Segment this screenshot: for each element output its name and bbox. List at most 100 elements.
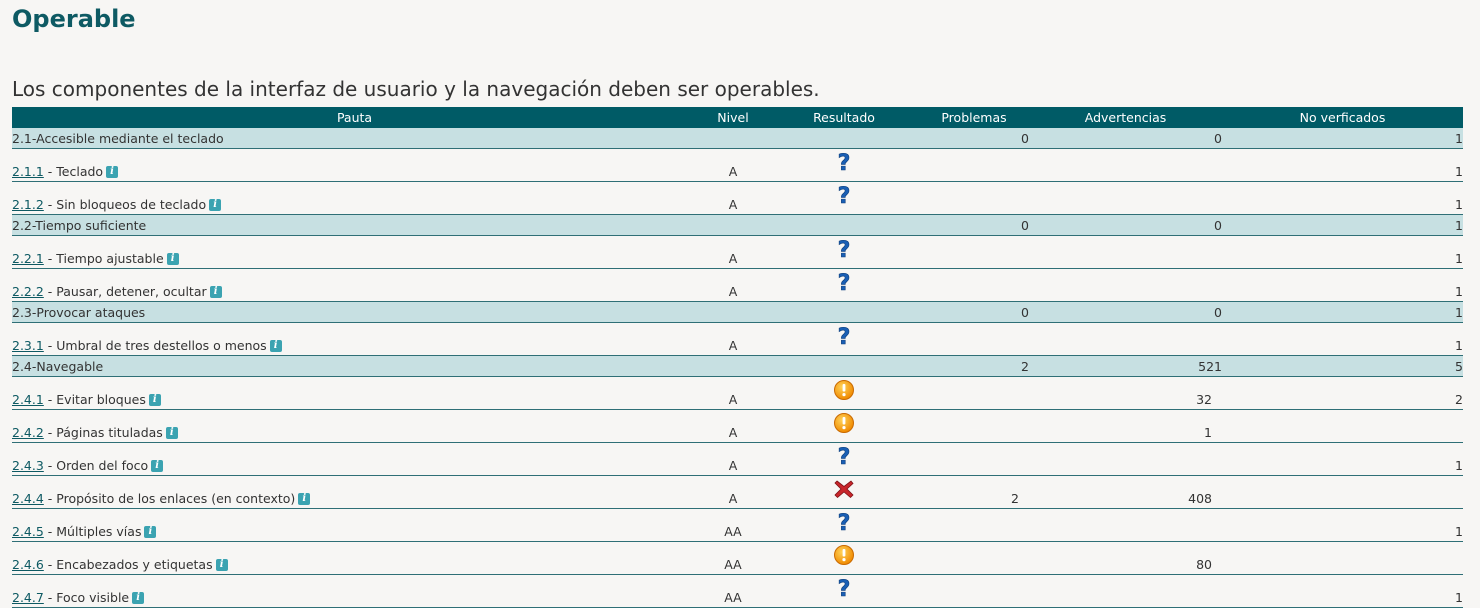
criterion-link[interactable]: 2.2.1 [12, 251, 44, 266]
criterion-link[interactable]: 2.4.5 [12, 524, 44, 539]
criterion-cell: 2.2.2 - Pausar, detener, ocultar i [12, 268, 697, 302]
svg-text:?: ? [838, 577, 851, 601]
question-icon: ? [769, 238, 919, 262]
criterion-link[interactable]: 2.1.2 [12, 197, 44, 212]
section-problemas: 2 [919, 355, 1029, 377]
section-advertencias: 521 [1029, 355, 1222, 377]
info-icon[interactable]: i [165, 427, 178, 439]
svg-text:?: ? [838, 271, 851, 295]
section-advertencias: 0 [1029, 301, 1222, 323]
result-cell [769, 376, 919, 410]
info-icon[interactable]: i [166, 253, 179, 265]
nivel-cell: AA [697, 541, 769, 575]
page-subtitle: Los componentes de la interfaz de usuari… [12, 77, 820, 101]
advertencias-cell [1029, 148, 1222, 182]
advertencias-cell: 80 [1029, 541, 1222, 575]
section-advertencias: 0 [1029, 128, 1222, 149]
table-row: 2.4.5 - Múltiples vías i AA ? 1 [12, 508, 1463, 542]
section-label: 2.4-Navegable [12, 355, 697, 377]
page-title: Operable [12, 5, 136, 33]
info-icon[interactable]: i [151, 460, 164, 472]
problemas-cell [919, 442, 1029, 476]
question-icon: ? [769, 151, 919, 175]
column-header-no-verificados: No verficados [1222, 107, 1463, 128]
criterion-label: - Foco visible [43, 590, 130, 605]
section-row: 2.2-Tiempo suficiente 0 0 1 [12, 214, 1463, 236]
advertencias-cell [1029, 442, 1222, 476]
section-no-verificados: 1 [1222, 214, 1463, 236]
advertencias-cell [1029, 268, 1222, 302]
criterion-label: - Orden del foco [43, 458, 149, 473]
problemas-cell: 2 [919, 475, 1029, 509]
no-verificados-cell: 1 [1222, 322, 1463, 356]
svg-text:?: ? [838, 238, 851, 262]
advertencias-cell [1029, 574, 1222, 608]
warning-icon [769, 544, 919, 566]
question-icon: ? [769, 577, 919, 601]
section-result-cell [769, 355, 919, 377]
result-cell: ? [769, 442, 919, 476]
section-no-verificados: 1 [1222, 128, 1463, 149]
problemas-cell [919, 268, 1029, 302]
table-row: 2.4.2 - Páginas tituladas i A 1 [12, 409, 1463, 443]
svg-text:?: ? [838, 445, 851, 469]
question-icon: ? [769, 325, 919, 349]
table-row: 2.4.6 - Encabezados y etiquetas i AA 80 [12, 541, 1463, 575]
criterion-cell: 2.4.1 - Evitar bloques i [12, 376, 697, 410]
no-verificados-cell: 1 [1222, 508, 1463, 542]
section-row: 2.4-Navegable 2 521 5 [12, 355, 1463, 377]
info-icon[interactable]: i [144, 526, 157, 538]
result-cell: ? [769, 235, 919, 269]
criterion-link[interactable]: 2.4.3 [12, 458, 44, 473]
criterion-cell: 2.2.1 - Tiempo ajustable i [12, 235, 697, 269]
section-result-cell [769, 301, 919, 323]
section-label: 2.2-Tiempo suficiente [12, 214, 697, 236]
info-icon[interactable]: i [269, 340, 282, 352]
info-icon[interactable]: i [215, 559, 228, 571]
criterion-link[interactable]: 2.4.1 [12, 392, 44, 407]
criterion-link[interactable]: 2.1.1 [12, 164, 44, 179]
info-icon[interactable]: i [106, 166, 119, 178]
criterion-cell: 2.3.1 - Umbral de tres destellos o menos… [12, 322, 697, 356]
problemas-cell [919, 376, 1029, 410]
problemas-cell [919, 508, 1029, 542]
nivel-cell: AA [697, 574, 769, 608]
results-table: Pauta Nivel Resultado Problemas Adverten… [12, 107, 1463, 608]
table-header-row: Pauta Nivel Resultado Problemas Adverten… [12, 107, 1463, 128]
criterion-label: - Umbral de tres destellos o menos [43, 338, 267, 353]
criterion-link[interactable]: 2.4.4 [12, 491, 44, 506]
criterion-link[interactable]: 2.4.7 [12, 590, 44, 605]
problemas-cell [919, 181, 1029, 215]
criterion-cell: 2.4.3 - Orden del foco i [12, 442, 697, 476]
criterion-link[interactable]: 2.3.1 [12, 338, 44, 353]
criterion-cell: 2.4.5 - Múltiples vías i [12, 508, 697, 542]
advertencias-cell: 32 [1029, 376, 1222, 410]
criterion-link[interactable]: 2.2.2 [12, 284, 44, 299]
question-icon: ? [769, 511, 919, 535]
nivel-cell: A [697, 181, 769, 215]
table-row: 2.2.2 - Pausar, detener, ocultar i A ? 1 [12, 268, 1463, 302]
table-row: 2.2.1 - Tiempo ajustable i A ? 1 [12, 235, 1463, 269]
advertencias-cell [1029, 322, 1222, 356]
nivel-cell: A [697, 442, 769, 476]
criterion-link[interactable]: 2.4.6 [12, 557, 44, 572]
criterion-link[interactable]: 2.4.2 [12, 425, 44, 440]
info-icon[interactable]: i [209, 286, 222, 298]
column-header-nivel: Nivel [697, 107, 769, 128]
section-nivel-cell [697, 214, 769, 236]
criterion-label: - Sin bloqueos de teclado [43, 197, 207, 212]
criterion-label: - Propósito de los enlaces (en contexto) [43, 491, 296, 506]
section-nivel-cell [697, 355, 769, 377]
question-icon: ? [769, 184, 919, 208]
advertencias-cell [1029, 235, 1222, 269]
table-row: 2.4.3 - Orden del foco i A ? 1 [12, 442, 1463, 476]
advertencias-cell [1029, 181, 1222, 215]
info-icon[interactable]: i [132, 592, 145, 604]
info-icon[interactable]: i [209, 199, 222, 211]
criterion-label: - Encabezados y etiquetas [43, 557, 213, 572]
info-icon[interactable]: i [148, 394, 161, 406]
info-icon[interactable]: i [298, 493, 311, 505]
section-problemas: 0 [919, 128, 1029, 149]
advertencias-cell: 408 [1029, 475, 1222, 509]
no-verificados-cell: 1 [1222, 268, 1463, 302]
